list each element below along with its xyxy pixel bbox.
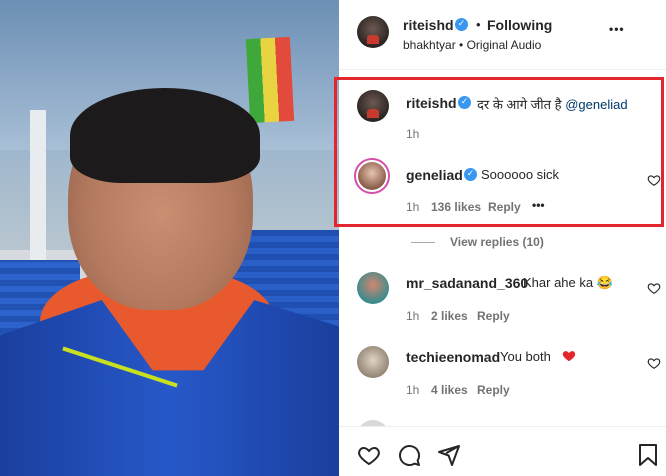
author-avatar[interactable] [357, 16, 389, 48]
comment-avatar[interactable] [357, 346, 389, 378]
share-icon[interactable] [437, 443, 461, 467]
post-media[interactable] [0, 0, 339, 476]
like-comment-icon[interactable] [647, 281, 661, 295]
reply-button[interactable]: Reply [477, 309, 510, 323]
like-comment-icon[interactable] [647, 356, 661, 370]
comment-time[interactable]: 1h [406, 309, 419, 323]
more-options-icon[interactable]: ••• [609, 22, 625, 36]
comment-likes[interactable]: 2 likes [431, 309, 468, 323]
author-username[interactable]: riteishd [403, 17, 454, 33]
comment-time[interactable]: 1h [406, 383, 419, 397]
audio-label[interactable]: bhakhtyar • Original Audio [403, 38, 541, 52]
media-hair [70, 88, 260, 183]
comment-icon[interactable] [397, 443, 421, 467]
comment-username[interactable]: techieenomad [406, 349, 500, 365]
media-banner [245, 36, 295, 124]
post-side-panel: riteishd ✓ • Following bhakhtyar • Origi… [339, 0, 666, 476]
comment-avatar[interactable] [357, 272, 389, 304]
comment-username[interactable]: mr_sadanand_360 [406, 275, 528, 291]
comment-likes[interactable]: 4 likes [431, 383, 468, 397]
red-heart-emoji-icon [562, 351, 576, 362]
view-replies-line [411, 242, 435, 243]
comment-text: Khar ahe ka 😂 [523, 275, 613, 290]
media-column [30, 110, 46, 280]
highlight-box [334, 77, 664, 227]
like-icon[interactable] [357, 443, 381, 467]
header-separator: • [476, 17, 481, 32]
action-bar [339, 426, 666, 476]
save-icon[interactable] [638, 443, 658, 467]
post-header: riteishd ✓ • Following bhakhtyar • Origi… [339, 0, 666, 70]
following-button[interactable]: Following [487, 17, 552, 33]
view-replies-button[interactable]: View replies (10) [450, 235, 544, 249]
reply-button[interactable]: Reply [477, 383, 510, 397]
verified-badge-icon: ✓ [455, 18, 468, 31]
comment-text: You both [500, 349, 551, 364]
